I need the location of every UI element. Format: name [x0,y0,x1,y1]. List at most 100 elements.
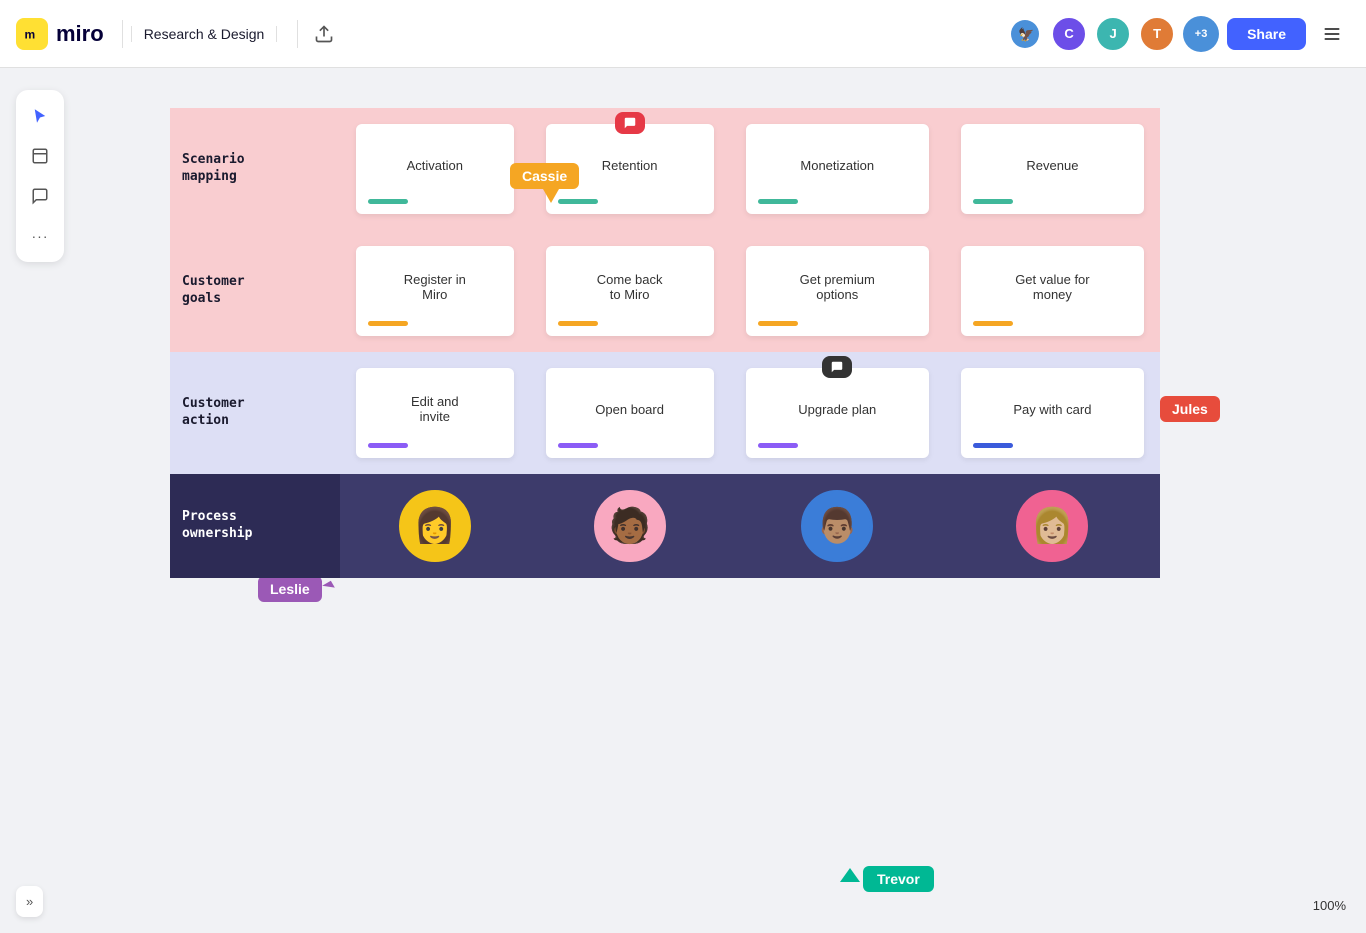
comeback-bar [558,321,598,326]
process-avatar-1-wrap: 👩 [348,490,522,562]
activation-card[interactable]: Activation [356,124,514,214]
premium-cell: Get premiumoptions [730,230,945,352]
process-ownership-row: Process ownership 👩 🧑🏾 � [170,474,1160,578]
comeback-cell: Come backto Miro [530,230,730,352]
monetization-text: Monetization [800,158,874,173]
trevor-arrow [840,868,860,882]
edit-invite-text: Edit andinvite [411,394,459,424]
process-avatar-4: 👩🏼 [1016,490,1088,562]
open-board-cell: Open board [530,352,730,474]
scenario-label: Scenario mapping [182,152,328,186]
monetization-card[interactable]: Monetization [746,124,929,214]
edit-invite-card[interactable]: Edit andinvite [356,368,514,458]
svg-text:🦅: 🦅 [1018,26,1034,42]
more-tools[interactable]: ··· [22,218,58,254]
cassie-arrow [543,189,559,203]
register-bar [368,321,408,326]
collaborator-avatar-2: J [1095,16,1131,52]
falcon-icon: 🦅 [1007,16,1043,52]
process-avatar-3: 👨🏽 [801,490,873,562]
customer-goals-row: Customer goals Register inMiro Come back… [170,230,1160,352]
activation-bar [368,199,408,204]
monetization-cell: Monetization [730,108,945,230]
process-avatar-2-wrap: 🧑🏾 [538,490,722,562]
expand-panel[interactable]: » [16,886,43,917]
leslie-cursor: Leslie [258,576,336,602]
board-title: Research & Design [131,26,278,42]
trevor-label: Trevor [863,866,934,892]
board: Scenario mapping Activation [170,108,1160,578]
value-bar [973,321,1013,326]
customer-action-label: Customer action [182,396,328,430]
process-avatar-4-cell: 👩🏼 [945,474,1160,578]
upgrade-card[interactable]: Upgrade plan [746,368,929,458]
header: m miro Research & Design 🦅 C J T +3 Shar… [0,0,1366,68]
value-cell: Get value formoney [945,230,1160,352]
cursor-tool[interactable] [22,98,58,134]
register-card[interactable]: Register inMiro [356,246,514,336]
edit-invite-bar [368,443,408,448]
upgrade-bar [758,443,798,448]
pay-card-card[interactable]: Pay with card [961,368,1144,458]
customer-goals-label-cell: Customer goals [170,230,340,352]
zoom-level: 100% [1313,898,1346,913]
open-board-card[interactable]: Open board [546,368,714,458]
logo-text: miro [56,21,104,47]
premium-bar [758,321,798,326]
process-avatar-1: 👩 [399,490,471,562]
register-text: Register inMiro [404,272,466,302]
leslie-label: Leslie [258,576,322,602]
open-board-text: Open board [595,402,664,417]
value-text: Get value formoney [1015,272,1089,302]
scenario-label-cell: Scenario mapping [170,108,340,230]
cassie-cursor: Cassie [510,163,579,203]
premium-text: Get premiumoptions [800,272,875,302]
sticky-note-tool[interactable] [22,138,58,174]
upgrade-cell: Upgrade plan [730,352,945,474]
process-avatar-2-cell: 🧑🏾 [530,474,730,578]
cassie-label: Cassie [510,163,579,189]
customer-goals-label: Customer goals [182,274,328,308]
trevor-cursor: Trevor [840,866,934,892]
activation-cell: Activation [340,108,530,230]
comeback-text: Come backto Miro [597,272,663,302]
divider [122,20,123,48]
process-label: Process ownership [182,509,328,543]
collaborator-avatar-1: C [1051,16,1087,52]
upgrade-text: Upgrade plan [798,402,876,417]
comeback-card[interactable]: Come backto Miro [546,246,714,336]
open-board-bar [558,443,598,448]
extra-collaborators[interactable]: +3 [1183,16,1219,52]
upload-button[interactable] [306,16,342,52]
board-table: Scenario mapping Activation [170,108,1160,578]
miro-logo: m [16,18,48,50]
revenue-text: Revenue [1026,158,1078,173]
process-avatar-2: 🧑🏾 [594,490,666,562]
revenue-bar [973,199,1013,204]
revenue-cell: Revenue [945,108,1160,230]
retention-text: Retention [602,158,658,173]
revenue-card[interactable]: Revenue [961,124,1144,214]
leslie-arrow [322,581,340,602]
pay-card-bar [973,443,1013,448]
svg-text:m: m [25,27,36,41]
process-label-cell: Process ownership [170,474,340,578]
pay-card-cell: Pay with card [945,352,1160,474]
value-card[interactable]: Get value formoney [961,246,1144,336]
register-cell: Register inMiro [340,230,530,352]
share-button[interactable]: Share [1227,18,1306,50]
activation-text: Activation [407,158,463,173]
process-avatar-1-cell: 👩 [340,474,530,578]
menu-button[interactable] [1314,16,1350,52]
monetization-bar [758,199,798,204]
left-toolbar: ··· [16,90,64,262]
upgrade-card-wrap: Upgrade plan [738,368,937,458]
header-right: 🦅 C J T +3 Share [1007,16,1350,52]
collaborator-avatar-3: T [1139,16,1175,52]
comment-tool[interactable] [22,178,58,214]
customer-action-row: Customer action Edit andinvite Open boar… [170,352,1160,474]
pay-card-text: Pay with card [1013,402,1091,417]
expand-icon: » [26,894,33,909]
process-avatar-3-wrap: 👨🏽 [738,490,937,562]
premium-card[interactable]: Get premiumoptions [746,246,929,336]
